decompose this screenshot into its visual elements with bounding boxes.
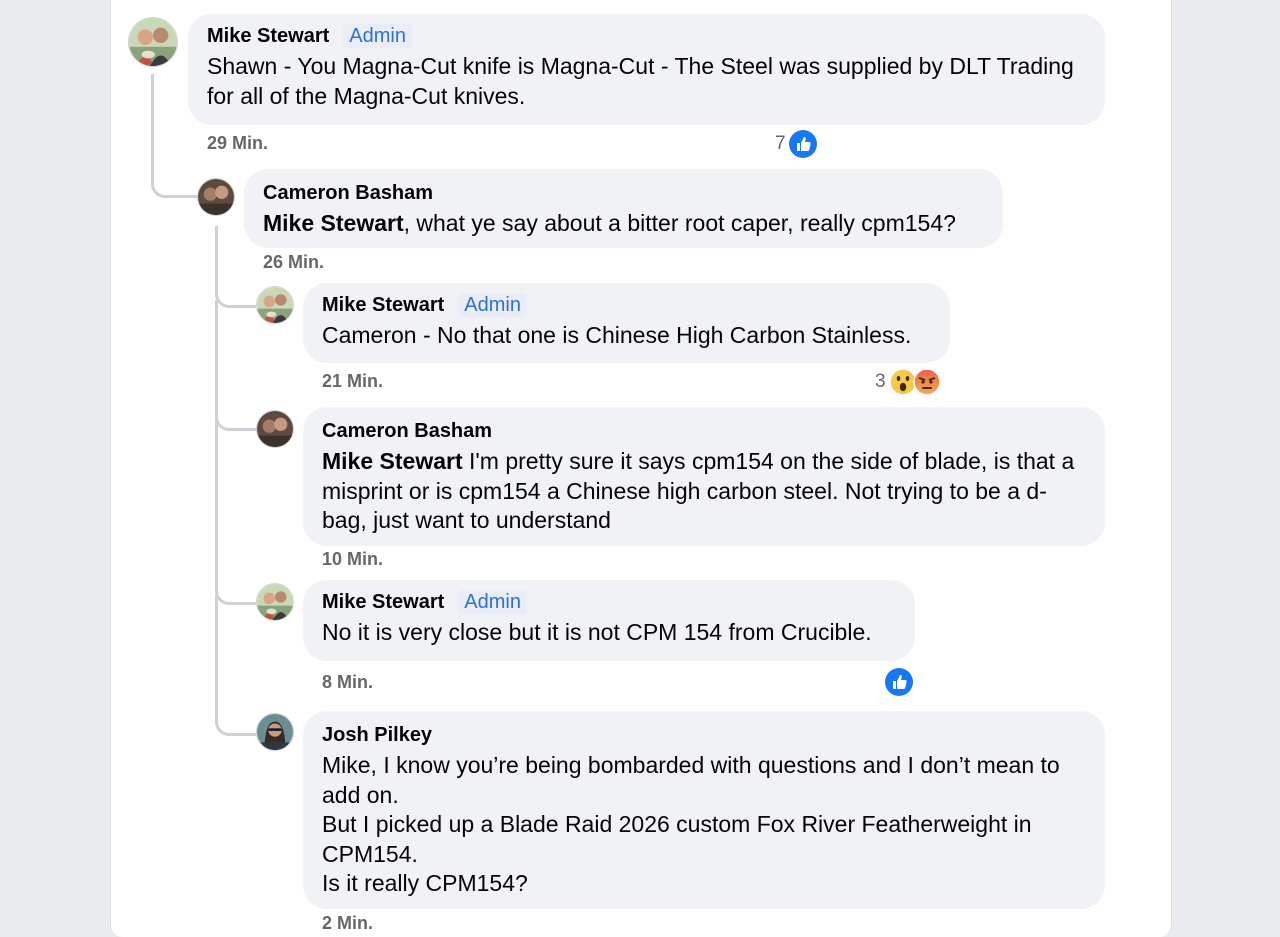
- comment-bubble: Cameron Basham Mike Stewart, what ye say…: [244, 169, 1003, 248]
- reaction-summary[interactable]: 3: [875, 368, 941, 396]
- comment-text: , what ye say about a bitter root caper,…: [403, 210, 956, 236]
- comment-text-line: But I picked up a Blade Raid 2026 custom…: [322, 811, 1032, 867]
- reaction-summary[interactable]: [885, 668, 913, 696]
- comment-bubble: Cameron Basham Mike Stewart I'm pretty s…: [303, 407, 1105, 546]
- avatar-cameron-basham[interactable]: [256, 410, 294, 448]
- comment-bubble: Josh Pilkey Mike, I know you’re being bo…: [303, 711, 1105, 909]
- reaction-count: 7: [775, 133, 786, 154]
- comment-timestamp[interactable]: 21 Min.: [322, 371, 383, 392]
- comment-text: Shawn - You Magna-Cut knife is Magna-Cut…: [207, 53, 1074, 109]
- comment-timestamp[interactable]: 8 Min.: [322, 672, 373, 693]
- comment-bubble: Mike Stewart Admin Cameron - No that one…: [303, 283, 950, 363]
- avatar-josh-pilkey[interactable]: [256, 713, 294, 751]
- comment-author[interactable]: Mike Stewart: [322, 293, 444, 317]
- admin-badge: Admin: [343, 24, 412, 48]
- comment-bubble: Mike Stewart Admin No it is very close b…: [303, 580, 915, 661]
- comment-author[interactable]: Cameron Basham: [263, 181, 433, 205]
- thread-line-reply-2: [215, 300, 256, 431]
- comment-text-line: Mike, I know you’re being bombarded with…: [322, 752, 1060, 808]
- comment-bubble: Mike Stewart Admin Shawn - You Magna-Cut…: [188, 14, 1105, 125]
- avatar-mike-stewart[interactable]: [256, 583, 294, 621]
- comment-timestamp[interactable]: 29 Min.: [207, 133, 268, 154]
- admin-badge: Admin: [458, 590, 527, 614]
- like-icon: [788, 130, 817, 158]
- mention-link[interactable]: Mike Stewart: [322, 448, 463, 474]
- comment-timestamp[interactable]: 10 Min.: [322, 549, 383, 570]
- comment-author[interactable]: Mike Stewart: [322, 590, 444, 614]
- comment-timestamp[interactable]: 26 Min.: [263, 252, 324, 273]
- comment-author[interactable]: Josh Pilkey: [322, 723, 432, 747]
- comment-author[interactable]: Cameron Basham: [322, 419, 492, 443]
- thread-line-reply-3: [215, 420, 256, 605]
- reaction-count: 3: [875, 371, 886, 392]
- comment-text: Cameron - No that one is Chinese High Ca…: [322, 322, 912, 348]
- comment-author[interactable]: Mike Stewart: [207, 24, 329, 48]
- angry-icon: [912, 368, 941, 396]
- comment-text: No it is very close but it is not CPM 15…: [322, 619, 872, 645]
- reaction-summary[interactable]: 7: [775, 130, 817, 158]
- avatar-cameron-basham[interactable]: [197, 178, 235, 216]
- avatar-mike-stewart[interactable]: [128, 17, 178, 67]
- comment-text: Mike, I know you’re being bombarded with…: [322, 751, 1086, 899]
- like-icon: [885, 668, 913, 696]
- comment-text-line: Is it really CPM154?: [322, 870, 528, 896]
- comment-timestamp[interactable]: 2 Min.: [322, 913, 373, 934]
- mention-link[interactable]: Mike Stewart: [263, 210, 404, 236]
- thread-line-reply-4: [215, 595, 256, 736]
- avatar-mike-stewart[interactable]: [256, 286, 294, 324]
- admin-badge: Admin: [458, 293, 527, 317]
